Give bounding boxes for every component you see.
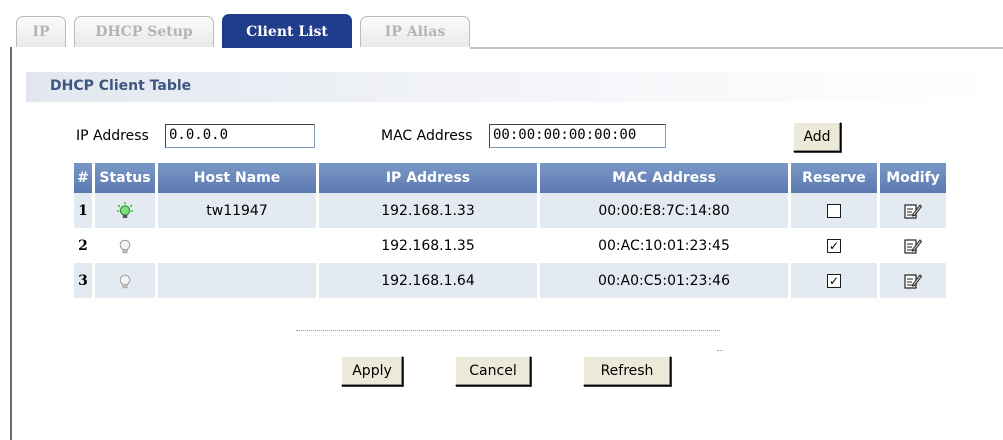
ip-address-cell: 192.168.1.64 [319, 263, 537, 298]
status-inactive-bulb-icon [119, 239, 131, 253]
ip-address-label: IP Address [76, 128, 149, 144]
reserve-checkbox[interactable]: ✓ [827, 238, 841, 253]
ip-address-cell: 192.168.1.33 [319, 193, 537, 228]
row-number: 1 [74, 193, 92, 228]
row-number: 3 [74, 263, 92, 298]
tab-ip[interactable]: IP [16, 16, 66, 47]
status-cell [95, 228, 155, 263]
host-name-cell: tw11947 [158, 193, 316, 228]
frame-border [10, 47, 12, 440]
separator-dots [717, 350, 723, 351]
tab-ip-alias[interactable]: IP Alias [360, 16, 470, 47]
table-header-row: # Status Host Name IP Address MAC Addres… [74, 163, 946, 193]
mac-address-label: MAC Address [381, 128, 473, 144]
reserve-cell [791, 193, 877, 228]
section-header: DHCP Client Table [26, 72, 1003, 102]
mac-address-input[interactable]: 00:00:00:00:00:00 [489, 124, 666, 148]
ip-address-input[interactable]: 0.0.0.0 [165, 124, 315, 148]
edit-icon[interactable] [904, 237, 922, 255]
col-status: Status [95, 163, 155, 193]
tab-divider [470, 47, 1003, 49]
table-row: 3 192.168.1.64 00:A0:C5:01:23:46 ✓ [74, 263, 946, 298]
tab-dhcp-setup[interactable]: DHCP Setup [74, 16, 214, 47]
modify-cell [880, 228, 946, 263]
edit-icon[interactable] [904, 202, 922, 220]
client-table: # Status Host Name IP Address MAC Addres… [71, 163, 949, 298]
row-number: 2 [74, 228, 92, 263]
cancel-button[interactable]: Cancel [455, 356, 531, 386]
apply-button[interactable]: Apply [341, 356, 403, 386]
status-active-bulb-icon [117, 201, 133, 218]
table-row: 2 192.168.1.35 00:AC:10:01:23:45 ✓ [74, 228, 946, 263]
col-mac-address: MAC Address [540, 163, 788, 193]
tab-client-list[interactable]: Client List [222, 14, 352, 48]
col-host-name: Host Name [158, 163, 316, 193]
host-name-cell [158, 228, 316, 263]
col-number: # [74, 163, 92, 193]
separator-line [296, 330, 720, 331]
status-cell [95, 193, 155, 228]
col-reserve: Reserve [791, 163, 877, 193]
section-title: DHCP Client Table [50, 78, 192, 94]
reserve-checkbox[interactable] [827, 203, 841, 218]
host-name-cell [158, 263, 316, 298]
edit-icon[interactable] [904, 272, 922, 290]
col-modify: Modify [880, 163, 946, 193]
mac-address-cell: 00:00:E8:7C:14:80 [540, 193, 788, 228]
reserve-cell: ✓ [791, 263, 877, 298]
table-row: 1 tw11947 192.168.1.33 00:00:E8:7C:14:80 [74, 193, 946, 228]
mac-address-cell: 00:A0:C5:01:23:46 [540, 263, 788, 298]
mac-address-cell: 00:AC:10:01:23:45 [540, 228, 788, 263]
tab-bar: IP DHCP Setup Client List IP Alias [0, 0, 1003, 50]
modify-cell [880, 263, 946, 298]
reserve-checkbox[interactable]: ✓ [827, 273, 841, 288]
col-ip-address: IP Address [319, 163, 537, 193]
ip-address-cell: 192.168.1.35 [319, 228, 537, 263]
refresh-button[interactable]: Refresh [583, 356, 671, 386]
status-cell [95, 263, 155, 298]
reserve-cell: ✓ [791, 228, 877, 263]
add-button[interactable]: Add [793, 122, 841, 152]
modify-cell [880, 193, 946, 228]
status-inactive-bulb-icon [119, 274, 131, 288]
